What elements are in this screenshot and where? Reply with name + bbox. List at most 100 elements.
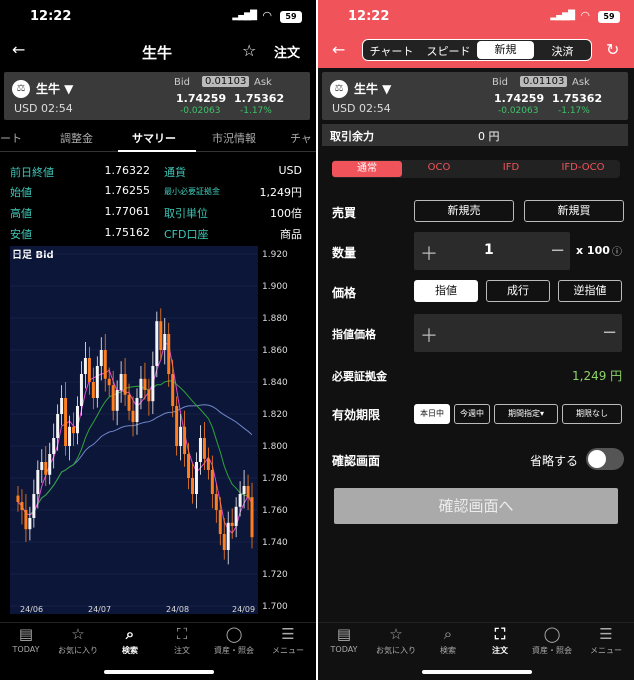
today-icon: ▤ (336, 625, 352, 643)
candle-body (68, 426, 72, 446)
person-icon: ◯ (543, 625, 561, 643)
stat-value: 1.76322 (104, 164, 151, 177)
stat-label: 最小必要証拠金 (164, 187, 220, 196)
star-icon: ☆ (389, 625, 403, 643)
segment-new[interactable]: 新規 (477, 41, 534, 59)
tab-menu[interactable]: ☰ メニュー (580, 625, 632, 656)
expiry-none[interactable]: 期限なし (562, 404, 622, 424)
plus-icon[interactable]: ＋ (420, 322, 438, 348)
price-type-market[interactable]: 成行 (486, 280, 550, 302)
qty-unit: x 100 (576, 244, 610, 257)
y-tick-label: 1.760 (262, 506, 288, 516)
quote-panel[interactable]: ⚖ 生牛 ▼ USD 02:54 Bid 0.01103 Ask 1.74259… (322, 72, 628, 120)
back-arrow-icon[interactable]: ← (332, 40, 345, 59)
currency-time: USD 02:54 (332, 102, 391, 115)
available-label: 取引余力 (330, 130, 374, 143)
star-icon[interactable]: ☆ (242, 41, 256, 60)
y-tick-label: 1.900 (262, 282, 288, 292)
order-type-ifd[interactable]: IFD (476, 162, 546, 173)
tab-order[interactable]: ⛶ 注文 (474, 625, 526, 656)
x-tick-label: 24/07 (88, 605, 111, 614)
candle-body (226, 522, 230, 550)
price-type-stop[interactable]: 逆指値 (558, 280, 622, 302)
confirm-button[interactable]: 確認画面へ (334, 488, 618, 524)
symbol-selector[interactable]: 生牛 ▼ (36, 80, 73, 97)
tab-assets[interactable]: ◯ 資産・照会 (526, 625, 578, 656)
candle-body (218, 510, 222, 534)
candle-body (191, 478, 195, 494)
candle-body (32, 494, 36, 518)
candle-body (123, 374, 127, 395)
tab-favorites[interactable]: ☆ お気に入り (370, 625, 422, 656)
new-sell-button[interactable]: 新規売 (414, 200, 514, 222)
stat-value: 1.76255 (104, 184, 151, 197)
tab-search[interactable]: ⌕ 検索 (104, 625, 156, 656)
stat-label: 始値 (10, 186, 32, 199)
tab-today[interactable]: ▤ TODAY (318, 625, 370, 654)
quantity-value[interactable]: 1 (484, 242, 494, 258)
menu-icon: ☰ (281, 625, 295, 643)
tab-today[interactable]: ▤ TODAY (0, 625, 52, 654)
expiry-today[interactable]: 本日中 (414, 404, 450, 424)
commodity-logo-icon: ⚖ (12, 80, 30, 98)
search-icon: ⌕ (443, 625, 453, 643)
tab-menu[interactable]: ☰ メニュー (262, 625, 314, 656)
quote-panel[interactable]: ⚖ 生牛 ▼ USD 02:54 Bid 0.01103 Ask 1.74259… (4, 72, 310, 120)
new-buy-button[interactable]: 新規買 (524, 200, 624, 222)
segment-chart[interactable]: チャート (363, 43, 420, 59)
candle-body (48, 454, 52, 475)
help-icon[interactable]: ⓘ (612, 243, 622, 258)
candle-body (20, 502, 24, 510)
plus-icon[interactable]: ＋ (420, 240, 438, 266)
tab-summary[interactable]: サマリー (132, 130, 176, 146)
order-type-oco[interactable]: OCO (404, 162, 474, 173)
tab-search[interactable]: ⌕ 検索 (422, 625, 474, 656)
margin-value: 1,249 円 (572, 369, 623, 383)
candle-body (103, 350, 107, 379)
refresh-icon[interactable]: ↻ (606, 40, 619, 59)
expiry-this-week[interactable]: 今週中 (454, 404, 490, 424)
ask-price: 1.75362 (552, 92, 603, 105)
tab-order[interactable]: ⛶ 注文 (156, 625, 208, 656)
skip-confirm-toggle[interactable] (586, 448, 624, 470)
margin-label: 必要証拠金 (332, 370, 387, 383)
candle-body (107, 378, 111, 386)
minus-icon[interactable]: − (550, 240, 565, 261)
price-type-limit[interactable]: 指値 (414, 280, 478, 302)
back-arrow-icon[interactable]: ← (12, 40, 25, 59)
candle-body (151, 366, 155, 402)
battery-icon: 59 (280, 11, 302, 23)
order-icon: ⛶ (494, 625, 506, 643)
y-tick-label: 1.720 (262, 570, 288, 580)
segment-speed[interactable]: スピード (420, 43, 477, 59)
order-type-ifd-oco[interactable]: IFD-OCO (548, 162, 618, 173)
order-mode-segmented: チャート スピード 新規 決済 (362, 39, 592, 61)
tab-favorites[interactable]: ☆ お気に入り (52, 625, 104, 656)
tab-chart-2[interactable]: チャ (290, 130, 312, 146)
spread-badge: 0.01103 (202, 76, 250, 87)
expiry-period[interactable]: 期間指定▾ (494, 404, 558, 424)
person-icon: ◯ (225, 625, 243, 643)
tab-adjustment[interactable]: 調整金 (60, 130, 93, 146)
order-type-normal[interactable]: 通常 (332, 161, 402, 177)
tab-chart[interactable]: ート (0, 130, 22, 146)
bid-label: Bid (174, 77, 190, 88)
segment-settle[interactable]: 決済 (534, 43, 591, 59)
minus-icon[interactable]: − (602, 322, 617, 343)
symbol-selector[interactable]: 生牛 ▼ (354, 80, 391, 97)
spread-badge: 0.01103 (520, 76, 568, 87)
stat-label: 通貨 (164, 166, 186, 179)
candle-body (91, 382, 95, 398)
tab-assets[interactable]: ◯ 資産・照会 (208, 625, 260, 656)
limit-price-stepper[interactable]: ＋ − (414, 314, 622, 352)
price-change: -0.02063 (180, 106, 221, 116)
order-icon: ⛶ (176, 625, 188, 643)
candle-body (246, 486, 250, 498)
candlestick-chart[interactable]: 日足 Bid 1.920 1.900 1.880 1.860 1.840 1.820 1.8… (10, 246, 310, 614)
order-button[interactable]: 注文 (274, 42, 300, 61)
tab-market[interactable]: 市況情報 (212, 130, 256, 146)
candle-body (163, 334, 167, 350)
star-icon: ☆ (71, 625, 85, 643)
stat-label: CFD口座 (164, 228, 209, 241)
candle-body (44, 462, 48, 475)
